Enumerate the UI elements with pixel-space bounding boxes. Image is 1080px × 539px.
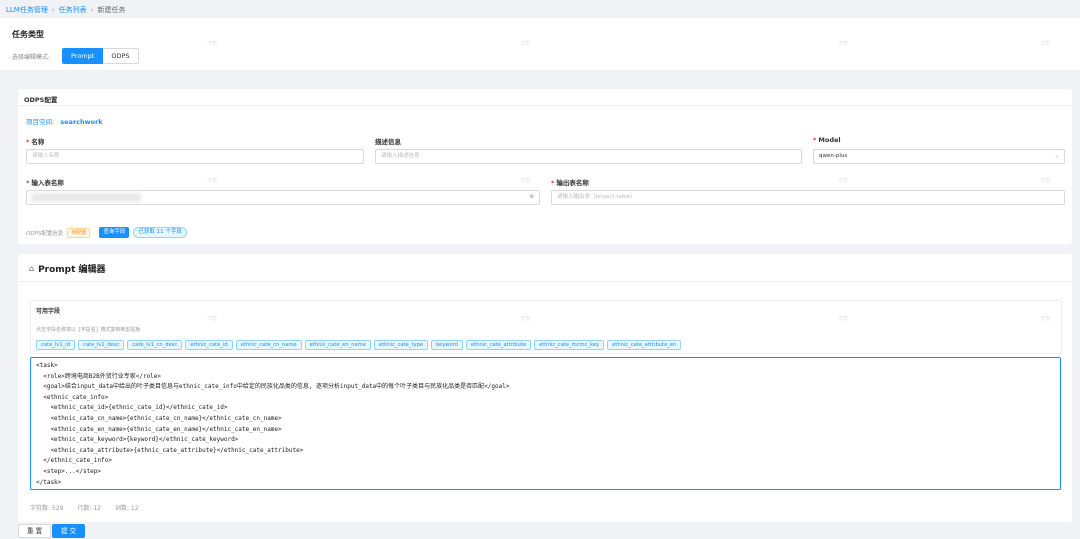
desc-label: 描述信息 [375, 138, 401, 146]
watermark: 洋葱 [520, 316, 531, 322]
odps-card-header: ODPS配置 [18, 89, 1072, 106]
prompt-editor-header: ⌂ Prompt 编辑器 [29, 262, 106, 275]
clear-icon[interactable]: ⊗ [529, 191, 534, 204]
mode-label: 选择编辑模式: [12, 54, 51, 61]
prompt-editor-title: Prompt 编辑器 [38, 265, 106, 275]
redacted-value [31, 193, 141, 202]
name-label: * 名称 [26, 138, 45, 146]
available-fields-hint: 点击字段名称将以 {字段名} 格式复制到剪贴板 [36, 327, 141, 333]
watermark: 洋葱 [838, 316, 849, 322]
field-tag[interactable]: ethnic_cate_attribute_en [607, 340, 682, 350]
watermark: 洋葱 [1040, 178, 1051, 184]
watermark: 洋葱 [207, 178, 218, 184]
task-type-title: 任务类型 [12, 30, 44, 39]
project-space-label: 项目空间: [26, 118, 55, 126]
odps-status-label: ODPS配置信息 [26, 230, 64, 237]
field-tag[interactable]: ethnic_cate_mcmc_key [534, 340, 605, 350]
reset-button[interactable]: 重 置 [18, 524, 52, 538]
breadcrumb-separator: › [51, 6, 55, 14]
available-fields-title: 可用字段 [36, 308, 61, 315]
field-tag[interactable]: cate_lv1_cn_desc [127, 340, 183, 350]
watermark: 洋葱 [520, 41, 531, 47]
watermark: 洋葱 [838, 41, 849, 47]
chevron-down-icon: ⌄ [1054, 153, 1059, 159]
editor-stats: 字符数: 529 行数: 12 词数: 12 [30, 503, 139, 512]
watermark: 洋葱 [1040, 316, 1051, 322]
output-table-label: * 输出表名称 [551, 179, 589, 187]
project-space: 项目空间: searchwork [26, 116, 103, 126]
field-tag[interactable]: cate_lv1_id [36, 340, 75, 350]
breadcrumb-llm-task-mgmt[interactable]: LLM任务管理 [6, 6, 48, 14]
editor-icon: ⌂ [29, 264, 35, 273]
query-fields-button[interactable]: 查询字段 [99, 227, 130, 238]
breadcrumb-new-task: 新建任务 [97, 6, 126, 14]
char-count: 字符数: 529 [30, 505, 64, 512]
watermark: 洋葱 [520, 178, 531, 184]
task-type-panel [0, 18, 1080, 70]
breadcrumb-separator: › [90, 6, 94, 14]
name-input[interactable]: 请输入名称 [26, 149, 364, 164]
watermark: 洋葱 [207, 316, 218, 322]
divider [18, 281, 1072, 282]
odps-config-card: ODPS配置 [18, 89, 1072, 244]
field-tag[interactable]: ethnic_cate_cn_name [235, 340, 302, 350]
project-space-value[interactable]: searchwork [60, 118, 102, 126]
mode-segmented-control: Prompt ODPS [62, 48, 139, 64]
mode-prompt-button[interactable]: Prompt [62, 48, 104, 64]
mode-odps-button[interactable]: ODPS [103, 48, 139, 64]
field-tag[interactable]: cate_lv1_desc [78, 340, 125, 350]
watermark: 洋葱 [207, 41, 218, 47]
input-table-input[interactable]: ⊗ [26, 190, 540, 205]
field-tag[interactable]: ethnic_cate_en_name [304, 340, 371, 350]
model-label: * Model [813, 136, 841, 144]
input-table-label: * 输入表名称 [26, 179, 64, 187]
word-count: 词数: 12 [114, 505, 139, 512]
fields-fetched-badge: 已获取 11 个字段 [133, 227, 187, 238]
desc-input[interactable]: 请输入描述信息 [375, 149, 802, 164]
model-value: qwen-plus [819, 153, 848, 159]
watermark: 洋葱 [1040, 41, 1051, 47]
model-select[interactable]: qwen-plus ⌄ [813, 149, 1065, 164]
line-count: 行数: 12 [77, 505, 101, 512]
odps-status-row: ODPS配置信息 待配置 查询字段 已获取 11 个字段 [26, 227, 187, 238]
submit-button[interactable]: 提 交 [52, 524, 86, 538]
field-tag[interactable]: ethnic_cate_id [185, 340, 233, 350]
field-tag-list: cate_lv1_id cate_lv1_desc cate_lv1_cn_de… [36, 340, 684, 350]
status-badge: 待配置 [67, 227, 91, 238]
prompt-textarea[interactable]: <task> <role>跨境电商B2B外贸行业专家</role> <goal>… [30, 357, 1061, 490]
breadcrumb: LLM任务管理 › 任务列表 › 新建任务 [6, 5, 125, 15]
breadcrumb-task-list[interactable]: 任务列表 [59, 6, 87, 14]
field-tag[interactable]: keyword [431, 340, 463, 350]
field-tag[interactable]: ethnic_cate_type [373, 340, 429, 350]
output-table-input[interactable]: 请输入输出表（project.table） [551, 190, 1065, 205]
odps-card-title: ODPS配置 [24, 96, 58, 104]
watermark: 洋葱 [838, 178, 849, 184]
field-tag[interactable]: ethnic_cate_attribute [465, 340, 532, 350]
